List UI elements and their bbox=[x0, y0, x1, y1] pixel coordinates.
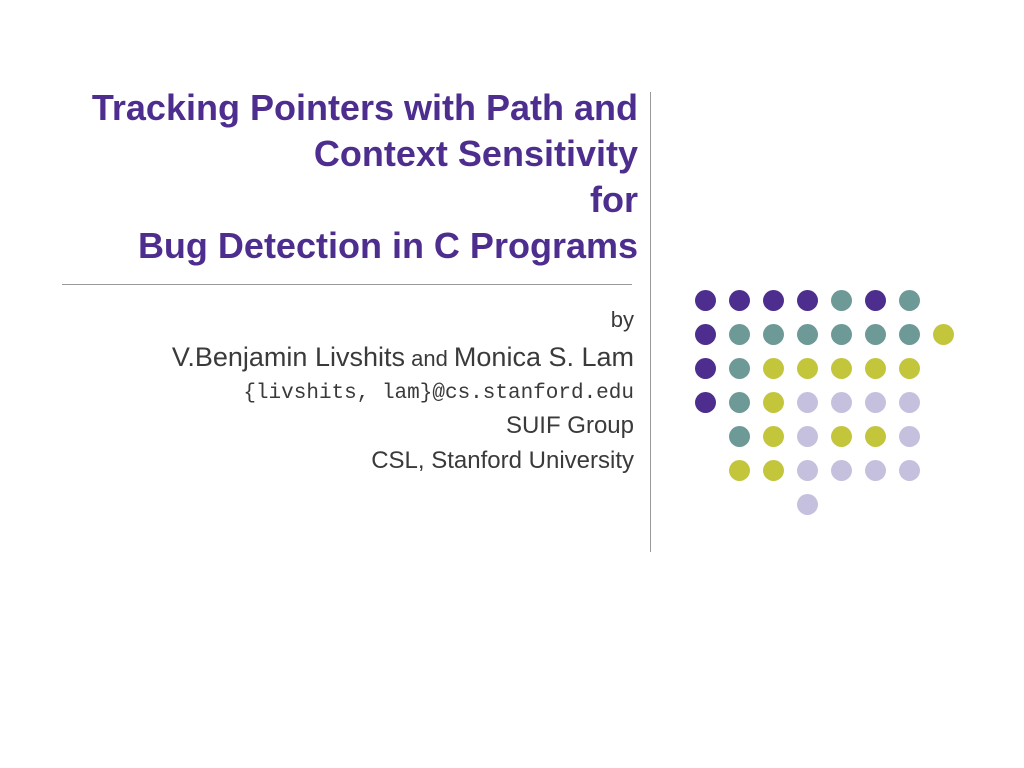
author-affiliation: CSL, Stanford University bbox=[88, 444, 634, 479]
dot-icon bbox=[865, 460, 886, 481]
vertical-divider bbox=[650, 92, 651, 552]
dot-icon bbox=[763, 460, 784, 481]
author-name-2: Monica S. Lam bbox=[454, 342, 634, 372]
dot-icon bbox=[797, 460, 818, 481]
dot-icon bbox=[865, 426, 886, 447]
dot-icon bbox=[797, 392, 818, 413]
horizontal-divider bbox=[62, 284, 632, 285]
title-line-2: Context Sensitivity bbox=[88, 131, 638, 177]
dot-icon bbox=[899, 358, 920, 379]
author-email: {livshits, lam}@cs.stanford.edu bbox=[88, 379, 634, 409]
dot-icon bbox=[865, 392, 886, 413]
dot-icon bbox=[729, 392, 750, 413]
dot-icon bbox=[729, 290, 750, 311]
dot-icon bbox=[831, 290, 852, 311]
dot-icon bbox=[763, 426, 784, 447]
dot-icon bbox=[763, 392, 784, 413]
dot-icon bbox=[763, 358, 784, 379]
author-name-1: V.Benjamin Livshits bbox=[172, 342, 405, 372]
dot-icon bbox=[933, 324, 954, 345]
dot-icon bbox=[831, 358, 852, 379]
dot-icon bbox=[899, 290, 920, 311]
dot-icon bbox=[831, 392, 852, 413]
dot-icon bbox=[729, 358, 750, 379]
author-block: by V.Benjamin Livshits and Monica S. Lam… bbox=[88, 304, 634, 479]
title-line-1: Tracking Pointers with Path and bbox=[88, 85, 638, 131]
dot-icon bbox=[729, 460, 750, 481]
dot-icon bbox=[865, 358, 886, 379]
dot-icon bbox=[797, 494, 818, 515]
dot-icon bbox=[797, 324, 818, 345]
dot-icon bbox=[797, 358, 818, 379]
dot-icon bbox=[797, 426, 818, 447]
dot-icon bbox=[763, 324, 784, 345]
title-line-3: for bbox=[88, 177, 638, 223]
title-block: Tracking Pointers with Path and Context … bbox=[88, 85, 638, 269]
title-line-4: Bug Detection in C Programs bbox=[88, 223, 638, 269]
author-connector: and bbox=[405, 346, 454, 371]
dot-icon bbox=[899, 460, 920, 481]
dot-icon bbox=[831, 426, 852, 447]
dot-icon bbox=[899, 392, 920, 413]
dot-icon bbox=[729, 426, 750, 447]
dot-icon bbox=[695, 392, 716, 413]
author-group: SUIF Group bbox=[88, 409, 634, 444]
dot-icon bbox=[899, 426, 920, 447]
dot-icon bbox=[865, 324, 886, 345]
dot-icon bbox=[899, 324, 920, 345]
dot-icon bbox=[695, 290, 716, 311]
decorative-dot-grid bbox=[695, 290, 954, 528]
authors-line: V.Benjamin Livshits and Monica S. Lam bbox=[88, 338, 634, 377]
slide-container: Tracking Pointers with Path and Context … bbox=[0, 0, 1024, 768]
dot-icon bbox=[695, 358, 716, 379]
dot-icon bbox=[831, 324, 852, 345]
dot-icon bbox=[865, 290, 886, 311]
dot-icon bbox=[763, 290, 784, 311]
dot-icon bbox=[729, 324, 750, 345]
by-label: by bbox=[88, 304, 634, 336]
dot-icon bbox=[831, 460, 852, 481]
dot-icon bbox=[797, 290, 818, 311]
dot-icon bbox=[695, 324, 716, 345]
